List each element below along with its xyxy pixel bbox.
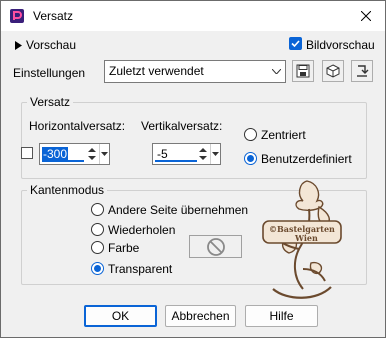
settings-label: Einstellungen bbox=[13, 66, 86, 80]
preview-toggle-label[interactable]: Vorschau bbox=[26, 38, 76, 52]
ok-button-label: OK bbox=[111, 309, 130, 323]
vertical-offset-spinner[interactable]: -5 bbox=[152, 143, 221, 165]
close-icon bbox=[361, 11, 371, 21]
title-bar: Versatz bbox=[1, 1, 385, 31]
save-preset-button[interactable] bbox=[292, 60, 314, 82]
offset-group bbox=[21, 102, 367, 179]
custom-radio[interactable] bbox=[244, 152, 257, 165]
centered-radio[interactable] bbox=[244, 128, 257, 141]
help-button-label: Hilfe bbox=[269, 309, 294, 323]
edge-option-label: Transparent bbox=[108, 262, 173, 276]
edge-option-radio[interactable] bbox=[91, 203, 104, 216]
reset-button[interactable] bbox=[351, 60, 373, 82]
save-icon bbox=[296, 64, 310, 78]
centered-label: Zentriert bbox=[261, 128, 306, 142]
horizontal-offset-value[interactable]: -300 bbox=[42, 147, 69, 161]
dropdown-arrow-icon[interactable] bbox=[99, 144, 109, 164]
resource-manager-button[interactable] bbox=[322, 60, 344, 82]
edge-option-radio[interactable] bbox=[91, 241, 104, 254]
preset-combobox[interactable]: Zuletzt verwendet bbox=[104, 60, 286, 83]
image-preview-label: Bildvorschau bbox=[306, 38, 375, 52]
link-offsets-checkbox[interactable] bbox=[21, 147, 33, 159]
window-title: Versatz bbox=[33, 9, 74, 23]
custom-label: Benutzerdefiniert bbox=[261, 152, 352, 166]
up-down-icon[interactable] bbox=[197, 144, 209, 164]
checkmark-icon bbox=[291, 40, 300, 48]
cube-icon bbox=[326, 64, 340, 78]
dropdown-arrow-icon[interactable] bbox=[210, 144, 220, 164]
reset-icon bbox=[357, 65, 369, 77]
cancel-button-label: Abbrechen bbox=[171, 309, 230, 323]
horizontal-offset-label: Horizontalversatz: bbox=[29, 119, 126, 133]
offset-group-title: Versatz bbox=[27, 95, 74, 109]
vertical-underline bbox=[155, 160, 197, 162]
image-preview-checkbox[interactable] bbox=[289, 37, 302, 50]
chevron-down-icon[interactable] bbox=[268, 61, 285, 82]
watermark-line2: Wien bbox=[295, 233, 318, 243]
edge-option-radio-selected[interactable] bbox=[91, 262, 104, 275]
horizontal-underline bbox=[42, 160, 84, 162]
vertical-offset-label: Vertikalversatz: bbox=[141, 119, 223, 133]
edge-option-label: Wiederholen bbox=[108, 223, 176, 237]
ok-button[interactable]: OK bbox=[84, 305, 157, 327]
help-button[interactable]: Hilfe bbox=[245, 305, 318, 327]
up-down-icon[interactable] bbox=[86, 144, 98, 164]
edge-option-radio[interactable] bbox=[91, 223, 104, 236]
preset-value: Zuletzt verwendet bbox=[109, 64, 204, 78]
horizontal-offset-spinner[interactable]: -300 bbox=[39, 143, 110, 165]
preview-expand-icon[interactable] bbox=[15, 39, 22, 53]
edge-mode-group-title: Kantenmodus bbox=[27, 183, 108, 197]
color-swatch[interactable] bbox=[189, 235, 242, 258]
close-button[interactable] bbox=[353, 4, 379, 28]
watermark-stamp: ©Bastelgarten Wien bbox=[259, 177, 343, 305]
edge-option-label: Farbe bbox=[108, 241, 140, 255]
vertical-offset-value[interactable]: -5 bbox=[157, 147, 168, 161]
app-icon bbox=[9, 8, 25, 24]
no-color-icon bbox=[206, 237, 225, 256]
dialog-window: Versatz Vorschau Bildvorschau Einstellun… bbox=[0, 0, 386, 338]
edge-option-label: Andere Seite übernehmen bbox=[108, 203, 249, 217]
cancel-button[interactable]: Abbrechen bbox=[165, 305, 236, 327]
